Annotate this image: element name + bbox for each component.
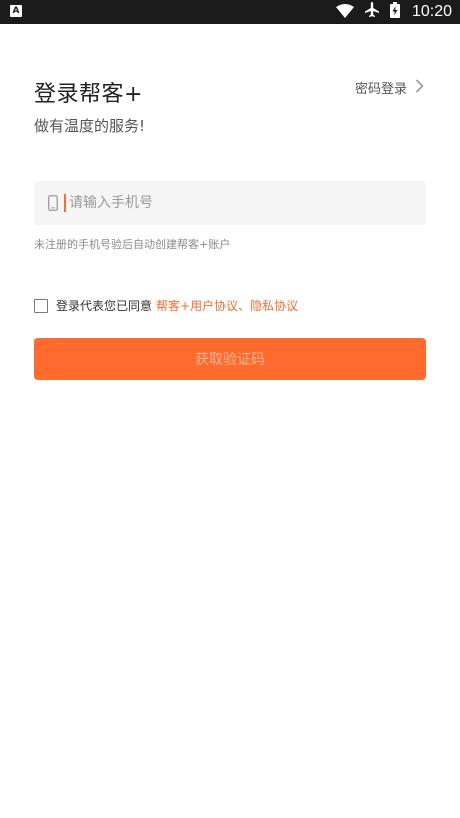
- phone-icon: [48, 195, 58, 211]
- agreement-row: 登录代表您已同意 帮客+用户协议、隐私协议: [34, 297, 298, 314]
- notification-a-icon: A: [10, 5, 22, 17]
- phone-input-container[interactable]: [34, 181, 426, 225]
- agreement-prefix: 登录代表您已同意: [56, 299, 153, 313]
- password-login-link[interactable]: 密码登录: [355, 78, 424, 97]
- chevron-right-icon: [415, 78, 424, 97]
- agreement-link[interactable]: 帮客+用户协议、隐私协议: [156, 297, 298, 314]
- register-hint: 未注册的手机号验后自动创建帮客+账户: [34, 238, 231, 251]
- login-screen: 登录帮客+ 做有温度的服务! 密码登录 未注册的手机号验后自动创建帮客+账户 登…: [0, 24, 460, 818]
- password-login-label: 密码登录: [354, 82, 407, 97]
- wifi-icon: [335, 3, 354, 22]
- status-bar: A 10:20: [0, 0, 460, 24]
- text-cursor: [64, 194, 66, 212]
- battery-icon: [389, 2, 400, 22]
- get-code-label: 获取验证码: [195, 352, 265, 368]
- agreement-checkbox[interactable]: [34, 298, 48, 313]
- phone-input[interactable]: [67, 194, 371, 212]
- page-subtitle: 做有温度的服务!: [34, 117, 146, 135]
- page-title: 登录帮客+: [34, 82, 143, 107]
- get-code-button[interactable]: 获取验证码: [34, 338, 426, 380]
- status-right-group: 10:20: [335, 0, 452, 24]
- airplane-icon: [364, 2, 380, 22]
- status-time: 10:20: [411, 3, 452, 20]
